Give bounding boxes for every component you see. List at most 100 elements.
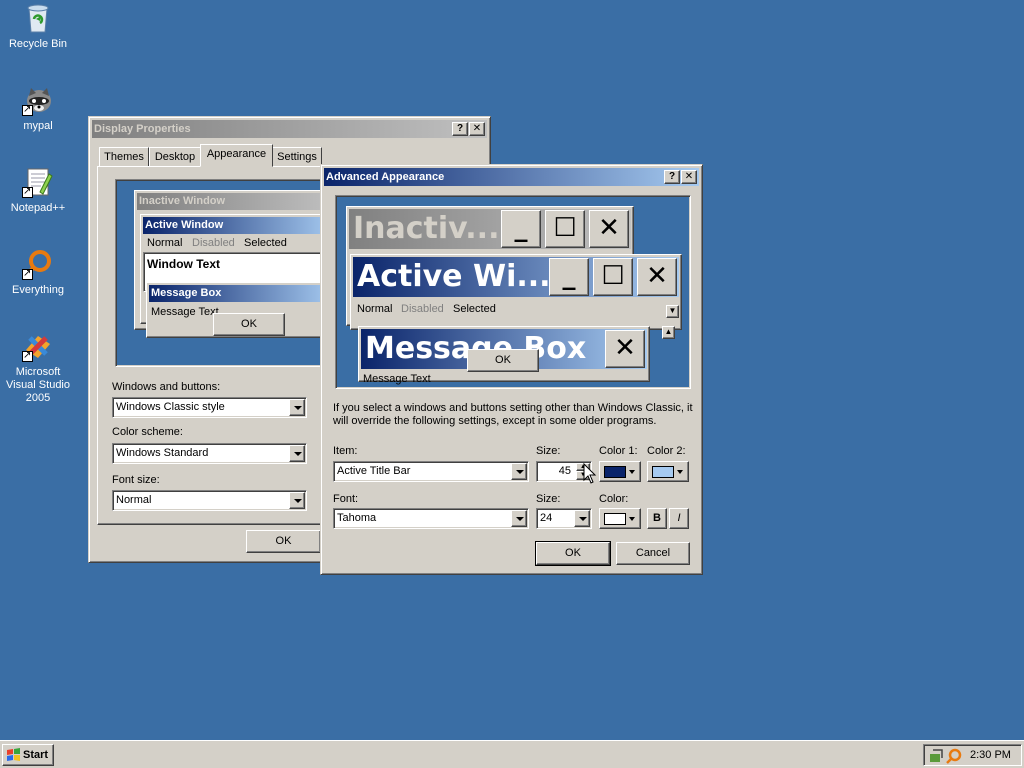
preview-menu-normal: Normal: [357, 303, 393, 315]
ok-button[interactable]: OK: [535, 541, 611, 566]
preview-active-window: Active Wi... _ ☐ ✕ Normal Disabled Selec…: [350, 254, 682, 330]
font-size-label: Size:: [536, 493, 561, 505]
font-color-label: Color:: [599, 493, 629, 505]
advanced-preview: Inactiv... _ ☐ ✕ Active Wi... _ ☐ ✕ Norm…: [335, 195, 691, 389]
desktop-icon-label: Recycle Bin: [8, 38, 68, 50]
preview-window-text: Window Text: [147, 257, 220, 271]
color-scheme-label: Color scheme:: [112, 426, 183, 438]
preview-menu-normal: Normal: [147, 237, 183, 249]
maximize-icon: ☐: [593, 258, 633, 296]
desktop-icon-label: Notepad++: [10, 202, 66, 214]
preview-message-text: Message Text: [151, 306, 219, 318]
font-color-picker[interactable]: [599, 508, 641, 529]
size-value: 45: [558, 465, 571, 477]
advanced-appearance-titlebar[interactable]: Advanced Appearance ? ✕: [324, 168, 699, 186]
help-button[interactable]: ?: [664, 170, 680, 184]
preview-inactive-title-text: Inactiv...: [353, 211, 500, 246]
bold-toggle[interactable]: B: [647, 508, 667, 529]
preview-menu-disabled: Disabled: [192, 237, 235, 249]
system-tray: 2:30 PM: [923, 744, 1022, 766]
preview-inactive-title: Inactive Window: [137, 193, 333, 210]
chevron-down-icon: [677, 470, 683, 474]
tray-network-icon[interactable]: [928, 748, 944, 764]
font-select[interactable]: Tahoma: [333, 508, 529, 529]
shortcut-arrow-icon: [22, 103, 33, 116]
everything-search-icon: [22, 248, 54, 280]
tab-settings[interactable]: Settings: [272, 147, 322, 167]
tab-themes[interactable]: Themes: [99, 147, 149, 167]
close-icon: ✕: [605, 330, 645, 368]
notepad-plus-plus-icon: [22, 166, 54, 198]
size-label: Size:: [536, 445, 561, 457]
desktop-icon-visual-studio[interactable]: Microsoft Visual Studio 2005: [0, 330, 76, 405]
font-size-select[interactable]: 24: [536, 508, 592, 529]
font-size-value: 24: [540, 512, 553, 524]
color1-picker[interactable]: [599, 461, 641, 482]
color2-label: Color 2:: [647, 445, 686, 457]
appearance-preview: Inactive Window Active Window Normal Dis…: [115, 179, 335, 367]
chevron-down-icon[interactable]: [289, 492, 305, 509]
close-button[interactable]: ✕: [681, 170, 697, 184]
preview-inactive-title: Inactiv... _ ☐ ✕: [349, 209, 631, 249]
info-text: If you select a windows and buttons sett…: [333, 402, 693, 427]
preview-message-text: Message Text: [363, 373, 431, 385]
preview-menu-selected: Selected: [453, 303, 496, 315]
chevron-down-icon[interactable]: [511, 510, 527, 527]
preview-message-box: Message Box Message Text OK: [146, 282, 334, 338]
help-button[interactable]: ?: [452, 122, 468, 136]
color1-label: Color 1:: [599, 445, 638, 457]
desktop-icon-mypal[interactable]: mypal: [0, 84, 76, 133]
desktop-icon-recycle-bin[interactable]: Recycle Bin: [0, 2, 76, 51]
windows-buttons-select[interactable]: Windows Classic style: [112, 397, 307, 418]
windows-buttons-value: Windows Classic style: [116, 401, 225, 413]
chevron-down-icon[interactable]: [289, 399, 305, 416]
recycle-bin-icon: [22, 2, 54, 34]
preview-ok-button: OK: [213, 313, 285, 336]
display-properties-titlebar[interactable]: Display Properties ? ✕: [92, 120, 487, 138]
minimize-icon: _: [549, 258, 589, 296]
font-size-label: Font size:: [112, 474, 160, 486]
chevron-down-icon: [629, 517, 635, 521]
scroll-up-icon: ▲: [662, 326, 675, 339]
taskbar: Start 2:30 PM: [0, 740, 1024, 768]
cancel-button[interactable]: Cancel: [616, 542, 690, 565]
windows-buttons-label: Windows and buttons:: [112, 381, 221, 393]
item-select[interactable]: Active Title Bar: [333, 461, 529, 482]
desktop-icon-label: Everything: [12, 284, 64, 296]
desktop-icon-label: Microsoft Visual Studio 2005: [5, 366, 70, 404]
color2-swatch: [652, 466, 674, 478]
ok-button[interactable]: OK: [246, 530, 321, 553]
color1-swatch: [604, 466, 626, 478]
chevron-down-icon[interactable]: [574, 510, 590, 527]
close-icon: ✕: [589, 210, 629, 248]
close-button[interactable]: ✕: [469, 122, 485, 136]
tray-everything-search-icon[interactable]: [946, 748, 962, 764]
preview-active-title: Active Wi... _ ☐ ✕: [353, 257, 679, 297]
windows-logo-icon: [7, 748, 20, 761]
clock[interactable]: 2:30 PM: [970, 749, 1011, 761]
scroll-down-icon: ▼: [666, 305, 679, 318]
chevron-down-icon[interactable]: [289, 445, 305, 462]
shortcut-arrow-icon: [22, 185, 33, 198]
color-scheme-select[interactable]: Windows Standard: [112, 443, 307, 464]
color2-picker[interactable]: [647, 461, 689, 482]
desktop-icon-notepadpp[interactable]: Notepad++: [0, 166, 76, 215]
desktop-icon-everything[interactable]: Everything: [0, 248, 76, 297]
visual-studio-icon: [22, 330, 54, 362]
chevron-down-icon[interactable]: [511, 463, 527, 480]
preview-active-title: Active Window: [143, 217, 333, 234]
maximize-icon: ☐: [545, 210, 585, 248]
font-label: Font:: [333, 493, 359, 505]
color-scheme-value: Windows Standard: [116, 447, 209, 459]
start-button[interactable]: Start: [2, 744, 54, 766]
tab-appearance[interactable]: Appearance: [200, 144, 273, 167]
preview-active-title-text: Active Wi...: [357, 259, 551, 294]
start-label: Start: [23, 749, 49, 761]
desktop-icon-label: mypal: [23, 120, 53, 132]
shortcut-arrow-icon: [22, 349, 33, 362]
font-size-select[interactable]: Normal: [112, 490, 307, 511]
preview-menu-disabled: Disabled: [401, 303, 444, 315]
tab-desktop[interactable]: Desktop: [149, 147, 201, 167]
italic-toggle[interactable]: I: [669, 508, 689, 529]
font-color-swatch: [604, 513, 626, 525]
